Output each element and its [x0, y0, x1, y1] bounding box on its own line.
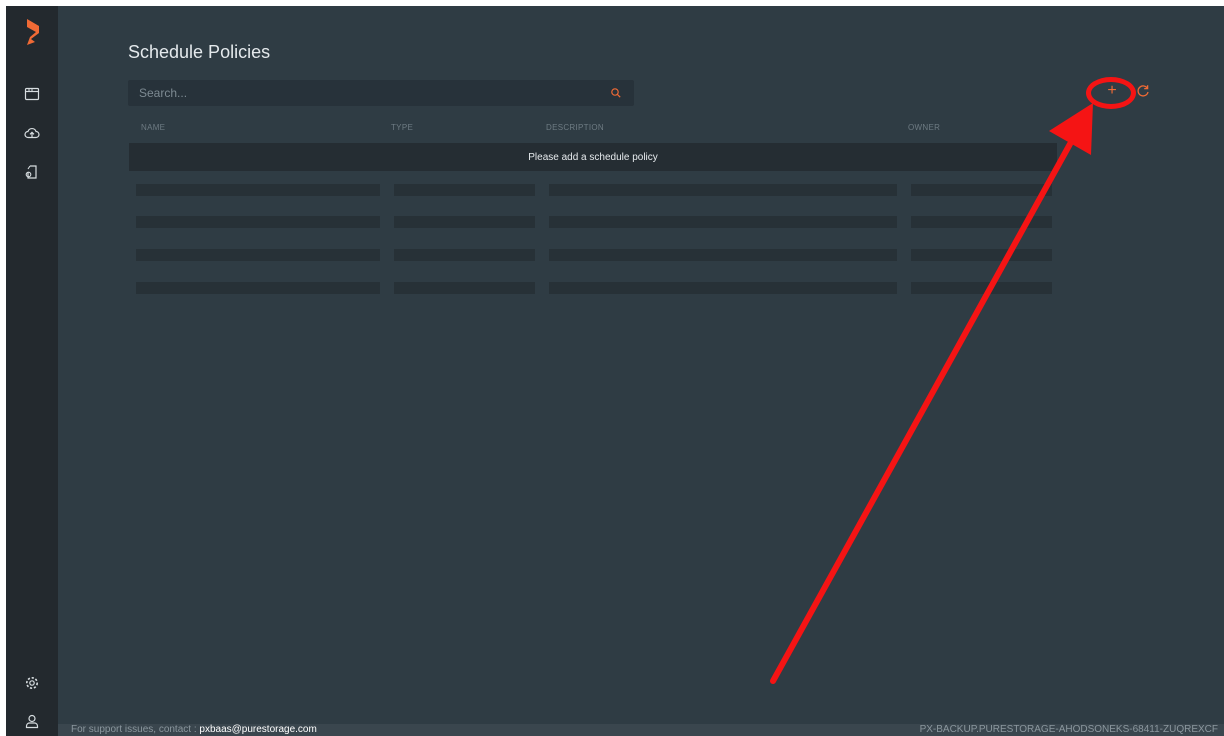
sidebar	[6, 6, 58, 736]
placeholder-row-1-type	[394, 184, 535, 196]
search-input[interactable]	[128, 80, 609, 106]
column-header-name[interactable]: NAME	[141, 123, 165, 132]
column-header-type[interactable]: TYPE	[391, 123, 413, 132]
footer: For support issues, contact : pxbaas@pur…	[58, 724, 1224, 736]
page-title: Schedule Policies	[128, 42, 271, 62]
placeholder-row-1-owner	[911, 184, 1052, 196]
logo-icon	[27, 19, 39, 45]
support-text: For support issues, contact : pxbaas@pur…	[71, 724, 317, 735]
placeholder-row-2-name	[136, 216, 380, 228]
browser-window-icon[interactable]	[22, 84, 42, 104]
column-header-description[interactable]: DESCRIPTION	[546, 123, 604, 132]
placeholder-row-1-description	[549, 184, 897, 196]
placeholder-row-4-description	[549, 282, 897, 294]
placeholder-row-2-type	[394, 216, 535, 228]
annotation-highlight-circle	[1086, 77, 1136, 109]
support-label: For support issues, contact :	[71, 724, 200, 735]
placeholder-row-4-owner	[911, 282, 1052, 294]
placeholder-row-4-name	[136, 282, 380, 294]
placeholder-row-4-type	[394, 282, 535, 294]
placeholder-row-2-description	[549, 216, 897, 228]
placeholder-row-3-description	[549, 249, 897, 261]
refresh-icon[interactable]	[1135, 83, 1151, 99]
cluster-id: PX-BACKUP.PURESTORAGE-AHODSONEKS-68411-Z…	[919, 724, 1218, 735]
placeholder-row-3-owner	[911, 249, 1052, 261]
app-window: Schedule Policies + NAME TYPE DESCRIPTIO…	[6, 6, 1224, 736]
placeholder-row-2-owner	[911, 216, 1052, 228]
document-policy-icon[interactable]	[22, 162, 42, 182]
search-box	[128, 80, 634, 106]
support-email-link[interactable]: pxbaas@purestorage.com	[199, 724, 316, 735]
placeholder-row-1-name	[136, 184, 380, 196]
cloud-upload-icon[interactable]	[22, 123, 42, 143]
search-icon[interactable]	[610, 87, 622, 99]
user-icon[interactable]	[22, 711, 42, 731]
placeholder-row-3-name	[136, 249, 380, 261]
column-header-owner[interactable]: OWNER	[908, 123, 940, 132]
gear-icon[interactable]	[22, 673, 42, 693]
annotation-arrow	[770, 103, 1093, 684]
empty-state-message: Please add a schedule policy	[129, 143, 1057, 171]
placeholder-row-3-type	[394, 249, 535, 261]
